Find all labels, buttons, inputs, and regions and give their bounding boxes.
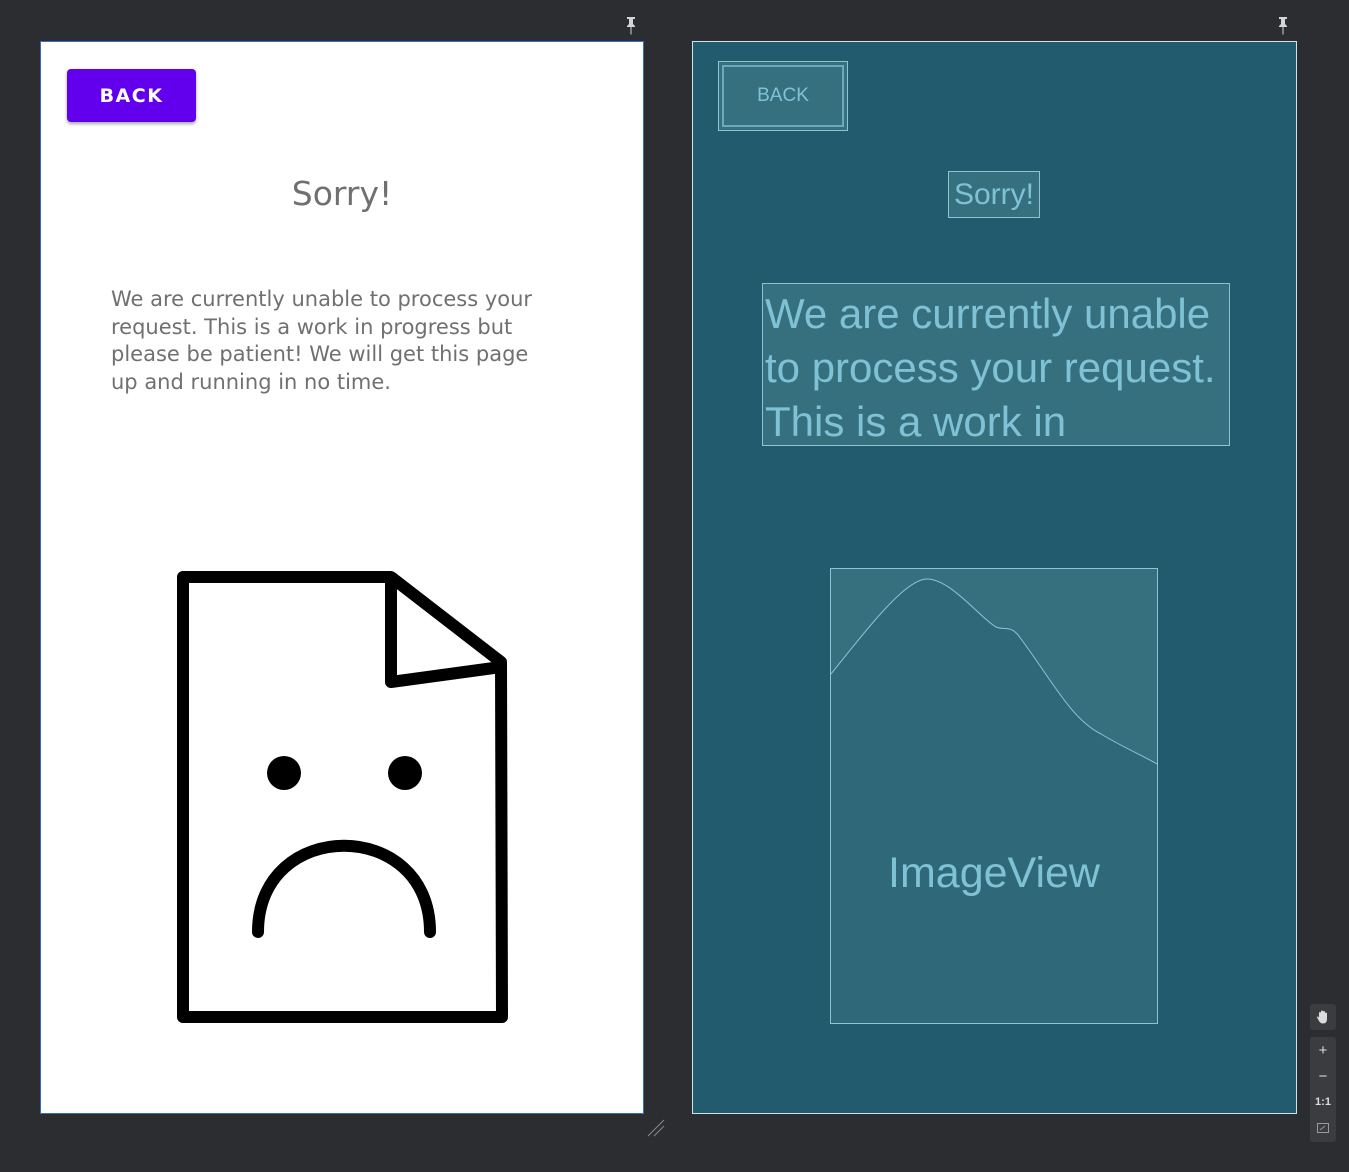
zoom-out-button[interactable]: − <box>1310 1063 1336 1089</box>
pin-icon[interactable] <box>1276 16 1290 36</box>
blueprint-back-button[interactable]: BACK <box>718 61 848 131</box>
resize-handle-icon[interactable] <box>647 1119 667 1139</box>
sad-document-icon <box>177 571 508 1023</box>
actual-size-button[interactable]: 1:1 <box>1310 1089 1336 1115</box>
blueprint-title[interactable]: Sorry! <box>948 171 1040 218</box>
blueprint-imageview[interactable]: ImageView <box>830 568 1158 1024</box>
imageview-label: ImageView <box>888 849 1100 897</box>
fit-screen-button[interactable] <box>1310 1115 1336 1141</box>
back-button[interactable]: BACK <box>67 69 196 122</box>
image-placeholder-graphic <box>831 569 1157 765</box>
blueprint-back-label: BACK <box>722 65 844 127</box>
pin-icon[interactable] <box>624 16 638 36</box>
design-surface[interactable]: BACK Sorry! We are currently unable to p… <box>40 41 644 1114</box>
blueprint-surface[interactable]: BACK Sorry! We are currently unable to p… <box>692 41 1297 1114</box>
zoom-in-button[interactable]: + <box>1310 1037 1336 1063</box>
blueprint-message[interactable]: We are currently unable to process your … <box>762 283 1230 446</box>
error-message: We are currently unable to process your … <box>111 287 533 394</box>
fit-screen-icon <box>1317 1123 1329 1133</box>
hand-icon <box>1316 1010 1327 1024</box>
pan-button[interactable] <box>1310 1004 1336 1030</box>
page-title: Sorry! <box>291 174 393 213</box>
